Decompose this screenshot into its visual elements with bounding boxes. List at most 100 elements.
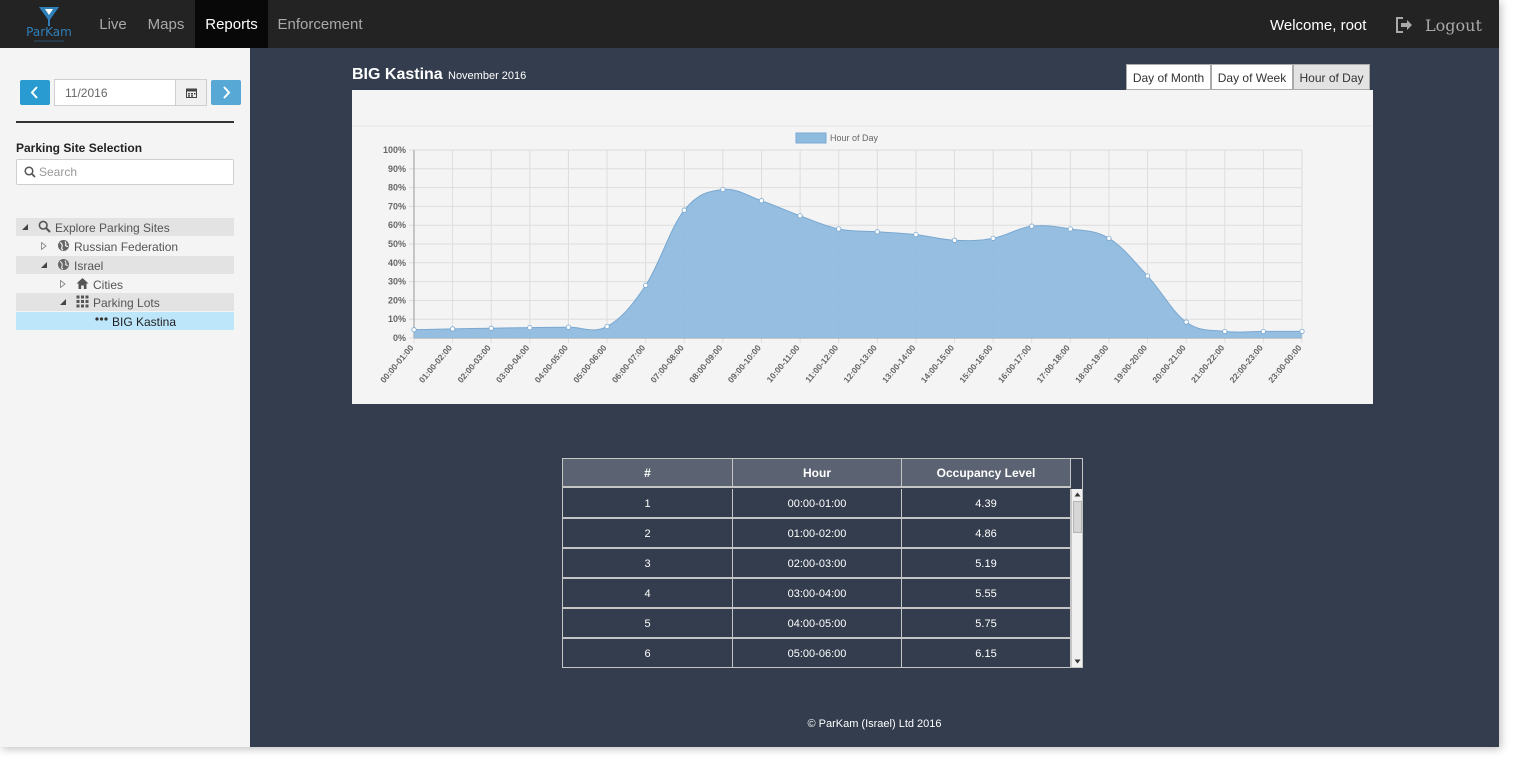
cell-occupancy: 4.86 <box>902 519 1071 547</box>
x-tick-label: 00:00-01:00 <box>378 343 416 385</box>
cell-hour: 01:00-02:00 <box>733 519 902 547</box>
y-tick-label: 80% <box>388 183 406 193</box>
view-day-of-month-button[interactable]: Day of Month <box>1126 64 1211 90</box>
y-tick-label: 90% <box>388 164 406 174</box>
month-input[interactable] <box>54 79 176 106</box>
tree-label: Cities <box>93 278 124 292</box>
occupancy-table: # Hour Occupancy Level 1 00:00-01:00 4.3… <box>562 458 1083 668</box>
column-header-index[interactable]: # <box>563 459 733 488</box>
table-row[interactable]: 4 03:00-04:00 5.55 <box>563 579 1071 609</box>
expanded-toggle-icon[interactable] <box>21 223 29 231</box>
chevron-left-icon <box>30 86 38 99</box>
expanded-toggle-icon[interactable] <box>59 298 67 306</box>
tree-item-big-kastina[interactable]: BIG Kastina <box>16 312 234 330</box>
data-point <box>1029 223 1035 229</box>
area-fill <box>414 189 1302 338</box>
data-point <box>1299 328 1305 335</box>
site-selection-title: Parking Site Selection <box>16 141 143 155</box>
table-row[interactable]: 5 04:00-05:00 5.75 <box>563 609 1071 639</box>
cell-hour: 03:00-04:00 <box>733 579 902 607</box>
sidebar: Parking Site Selection Explore Parking S… <box>0 48 250 747</box>
y-tick-label: 10% <box>388 314 406 324</box>
cell-hour: 05:00-06:00 <box>733 639 902 667</box>
data-point <box>720 186 726 193</box>
nav-maps[interactable]: Maps <box>138 0 194 48</box>
cell-occupancy: 5.55 <box>902 579 1071 607</box>
tree-item-parking-lots[interactable]: Parking Lots <box>16 293 234 311</box>
cell-hour: 00:00-01:00 <box>733 489 902 517</box>
nav-reports[interactable]: Reports <box>195 0 268 48</box>
tree-item-explore[interactable]: Explore Parking Sites <box>16 218 234 236</box>
tree-item-israel[interactable]: Israel <box>16 256 234 274</box>
x-tick-label: 21:00-22:00 <box>1189 343 1227 385</box>
nav-enforcement[interactable]: Enforcement <box>269 0 371 48</box>
data-point <box>990 235 996 241</box>
top-navbar: ParKam Live Maps Reports Enforcement Wel… <box>0 0 1499 48</box>
column-header-occupancy[interactable]: Occupancy Level <box>902 459 1071 488</box>
table-row[interactable]: 2 01:00-02:00 4.86 <box>563 519 1071 549</box>
x-tick-label: 16:00-17:00 <box>996 343 1034 385</box>
x-tick-label: 20:00-21:00 <box>1150 343 1188 385</box>
data-point <box>643 282 649 288</box>
home-icon <box>76 278 89 289</box>
scroll-thumb[interactable] <box>1073 501 1082 533</box>
svg-text:ParKam: ParKam <box>26 25 72 39</box>
scroll-down-arrow-icon[interactable] <box>1073 657 1082 666</box>
table-row[interactable]: 1 00:00-01:00 4.39 <box>563 489 1071 519</box>
logout-link[interactable]: Logout <box>1425 0 1482 52</box>
site-search-input[interactable] <box>39 163 229 181</box>
data-point <box>951 237 958 243</box>
next-month-button[interactable] <box>211 80 241 105</box>
x-tick-label: 17:00-18:00 <box>1034 343 1072 385</box>
y-tick-label: 40% <box>388 258 406 268</box>
tree-label: BIG Kastina <box>112 315 177 329</box>
expanded-toggle-icon[interactable] <box>40 261 48 269</box>
table-scrollbar[interactable] <box>1071 489 1082 667</box>
x-tick-label: 22:00-23:00 <box>1227 343 1265 385</box>
collapsed-toggle-icon[interactable] <box>59 280 67 288</box>
view-hour-of-day-button[interactable]: Hour of Day <box>1293 64 1370 90</box>
collapsed-toggle-icon[interactable] <box>40 242 48 250</box>
table-body: 1 00:00-01:00 4.39 2 01:00-02:00 4.86 3 … <box>563 489 1071 667</box>
logout-icon[interactable] <box>1395 17 1413 33</box>
column-header-hour[interactable]: Hour <box>733 459 902 488</box>
cell-hour: 04:00-05:00 <box>733 609 902 637</box>
tree-label: Explore Parking Sites <box>55 221 170 235</box>
tree-item-cities[interactable]: Cities <box>16 275 234 293</box>
calendar-icon <box>186 88 197 98</box>
cell-index: 1 <box>563 489 733 517</box>
parkam-logo[interactable]: ParKam <box>18 4 80 44</box>
data-point <box>1222 328 1228 335</box>
chevron-right-icon <box>223 86 231 99</box>
data-point <box>681 207 687 213</box>
x-tick-label: 11:00-12:00 <box>803 343 840 385</box>
site-search-box[interactable] <box>16 159 234 185</box>
nav-live[interactable]: Live <box>90 0 136 48</box>
data-point <box>1067 226 1073 232</box>
table-row[interactable]: 3 02:00-03:00 5.19 <box>563 549 1071 579</box>
y-tick-label: 30% <box>388 277 406 287</box>
cell-index: 5 <box>563 609 733 637</box>
data-point <box>411 327 417 333</box>
cell-index: 3 <box>563 549 733 577</box>
prev-month-button[interactable] <box>20 80 50 105</box>
data-point <box>874 229 880 235</box>
x-tick-label: 13:00-14:00 <box>880 343 918 385</box>
tree-item-russian-federation[interactable]: Russian Federation <box>16 237 234 255</box>
data-point <box>1183 319 1189 325</box>
data-point <box>1144 273 1151 279</box>
x-tick-label: 06:00-07:00 <box>610 343 648 385</box>
calendar-button[interactable] <box>175 79 207 106</box>
y-tick-label: 60% <box>388 220 406 230</box>
data-point <box>797 213 803 219</box>
cell-occupancy: 4.39 <box>902 489 1071 517</box>
table-row[interactable]: 6 05:00-06:00 6.15 <box>563 639 1071 667</box>
report-subtitle: November 2016 <box>448 70 527 82</box>
search-icon <box>38 220 51 233</box>
tree-label: Israel <box>74 259 104 273</box>
table-header: # Hour Occupancy Level <box>563 459 1071 488</box>
scroll-up-arrow-icon[interactable] <box>1073 490 1082 499</box>
data-point <box>913 232 919 238</box>
view-day-of-week-button[interactable]: Day of Week <box>1211 64 1293 90</box>
y-tick-label: 20% <box>388 295 406 305</box>
